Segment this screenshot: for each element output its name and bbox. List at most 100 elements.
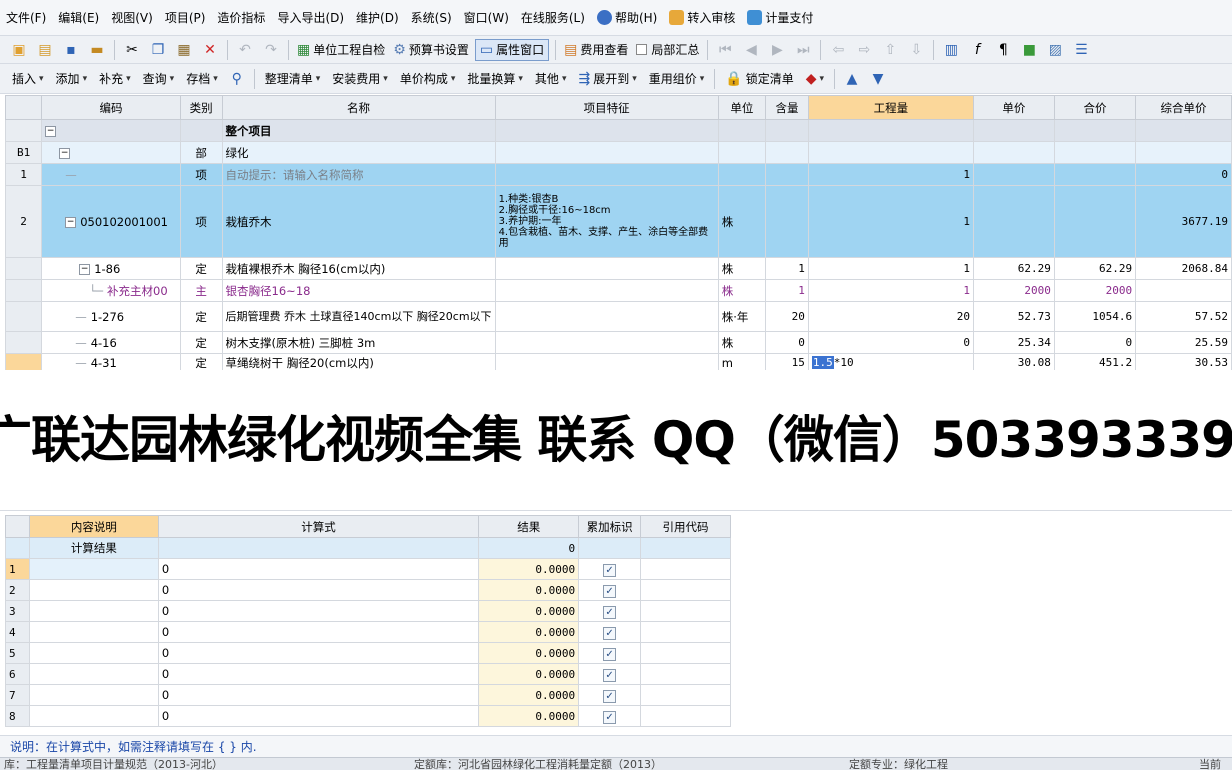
first-icon[interactable]: ⏮ (714, 39, 736, 61)
checkbox-checked-icon[interactable]: ✓ (603, 647, 617, 661)
qty-edit-input[interactable]: 1.5*10 (807, 353, 974, 370)
qty-cell[interactable]: 1 (807, 185, 974, 258)
calc-ref-cell[interactable] (640, 558, 731, 580)
price-composition-button[interactable]: 单价构成 (396, 68, 460, 90)
menu-edit[interactable]: 编辑(E) (52, 9, 105, 26)
unit-cell[interactable] (717, 163, 767, 186)
calc-desc-cell[interactable] (28, 663, 159, 685)
total-cell[interactable]: 451.2 (1053, 353, 1137, 370)
unit-cell[interactable]: 株 (717, 185, 767, 258)
price-cell[interactable] (972, 185, 1055, 258)
next-icon[interactable]: ▶ (766, 39, 788, 61)
price-cell[interactable]: 25.34 (972, 331, 1055, 354)
calc-col-ref[interactable]: 引用代码 (640, 515, 731, 538)
type-cell[interactable]: 定 (179, 301, 223, 332)
paragraph-icon[interactable]: ¶ (992, 39, 1014, 61)
checkbox-checked-icon[interactable]: ✓ (603, 605, 617, 619)
unit-cell[interactable]: 株 (717, 257, 767, 280)
copy-icon[interactable]: ❐ (147, 39, 169, 61)
calc-accum-cell[interactable]: ✓ (578, 663, 642, 685)
type-cell[interactable]: 定 (179, 353, 223, 370)
content-cell[interactable]: 1 (765, 279, 809, 302)
code-cell[interactable]: — (41, 163, 181, 186)
move-left-icon[interactable]: ⇦ (827, 39, 849, 61)
folder-icon[interactable]: ▬ (86, 39, 108, 61)
total-cell[interactable]: 1054.6 (1053, 301, 1137, 332)
calc-col-accum[interactable]: 累加标识 (578, 515, 642, 538)
feature-cell[interactable] (494, 119, 719, 142)
table-row[interactable]: −1-86 定 栽植裸根乔木 胸径16(cm以内) 株 1 1 62.29 62… (5, 257, 1232, 280)
calc-desc-cell[interactable] (28, 621, 159, 643)
calc-ref-cell[interactable] (640, 642, 731, 664)
image-icon[interactable]: ▨ (1044, 39, 1066, 61)
calc-row[interactable]: 7 0 0.0000 ✓ (5, 684, 731, 706)
comp-cell[interactable] (1135, 279, 1232, 302)
calc-accum-cell[interactable]: ✓ (578, 705, 642, 727)
arrow-down-icon[interactable]: ▼ (867, 68, 889, 90)
menu-window[interactable]: 窗口(W) (458, 9, 515, 26)
calc-row[interactable]: 2 0 0.0000 ✓ (5, 579, 731, 601)
paste-icon[interactable]: ▦ (173, 39, 195, 61)
feature-cell[interactable] (494, 331, 719, 354)
calc-accum-cell[interactable]: ✓ (578, 600, 642, 622)
move-down-icon[interactable]: ⇩ (905, 39, 927, 61)
collapse-icon[interactable]: − (79, 263, 91, 275)
col-content[interactable]: 含量 (765, 95, 809, 120)
supplement-button[interactable]: 补充 (95, 68, 135, 90)
calc-expr-cell[interactable]: 0 (157, 600, 480, 622)
price-cell[interactable] (972, 163, 1055, 186)
comp-cell[interactable] (1135, 141, 1232, 164)
feature-cell[interactable] (494, 141, 719, 164)
partial-summary-checkbox[interactable]: 局部汇总 (634, 39, 701, 61)
unit-cell[interactable]: 株 (717, 279, 767, 302)
menu-view[interactable]: 视图(V) (105, 9, 159, 26)
calc-desc-cell[interactable] (28, 600, 159, 622)
row-header[interactable] (5, 353, 43, 370)
calc-expr-cell[interactable]: 0 (157, 579, 480, 601)
comp-cell[interactable]: 25.59 (1135, 331, 1232, 354)
checkbox-checked-icon[interactable]: ✓ (603, 689, 617, 703)
comp-cell[interactable]: 57.52 (1135, 301, 1232, 332)
content-cell[interactable]: 0 (765, 331, 809, 354)
collapse-icon[interactable]: − (65, 216, 77, 228)
batch-convert-button[interactable]: 批量换算 (463, 68, 527, 90)
unit-cell[interactable] (717, 141, 767, 164)
calc-expr-cell[interactable]: 0 (157, 642, 480, 664)
price-cell[interactable]: 2000 (972, 279, 1055, 302)
content-cell[interactable] (765, 185, 809, 258)
type-cell[interactable]: 部 (179, 141, 223, 164)
calc-accum-cell[interactable]: ✓ (578, 558, 642, 580)
move-right-icon[interactable]: ⇨ (853, 39, 875, 61)
calc-ref-cell[interactable] (640, 684, 731, 706)
type-cell[interactable]: 定 (179, 257, 223, 280)
calc-ref-cell[interactable] (640, 600, 731, 622)
price-cell[interactable]: 62.29 (972, 257, 1055, 280)
calc-desc-cell[interactable] (28, 558, 159, 580)
calc-accum-cell[interactable]: ✓ (578, 579, 642, 601)
total-cell[interactable] (1053, 141, 1137, 164)
property-window-button[interactable]: ▭ 属性窗口 (474, 38, 550, 61)
col-code[interactable]: 编码 (41, 95, 181, 120)
content-cell[interactable]: 1 (765, 257, 809, 280)
type-cell[interactable] (179, 119, 223, 142)
checkbox-checked-icon[interactable]: ✓ (603, 584, 617, 598)
comp-cell[interactable]: 0 (1135, 163, 1232, 186)
cut-icon[interactable]: ✂ (121, 39, 143, 61)
other-button[interactable]: 其他 (531, 68, 571, 90)
name-cell[interactable]: 草绳绕树干 胸径20(cm以内) (221, 353, 496, 370)
collapse-icon[interactable]: − (45, 125, 57, 137)
qty-cell[interactable] (807, 119, 974, 142)
content-cell[interactable] (765, 119, 809, 142)
calc-ref-cell[interactable] (640, 579, 731, 601)
self-check-button[interactable]: ▦ 单位工程自检 (295, 39, 387, 61)
calculator-icon[interactable]: ▥ (940, 39, 962, 61)
prev-icon[interactable]: ◀ (740, 39, 762, 61)
checkbox-checked-icon[interactable]: ✓ (603, 626, 617, 640)
calc-row[interactable]: 4 0 0.0000 ✓ (5, 621, 731, 643)
last-icon[interactable]: ⏭ (792, 39, 814, 61)
calc-col-result[interactable]: 结果 (478, 515, 580, 538)
price-cell[interactable] (972, 141, 1055, 164)
checkbox-checked-icon[interactable]: ✓ (603, 668, 617, 682)
code-cell[interactable]: −1-86 (41, 257, 181, 280)
total-cell[interactable] (1053, 185, 1137, 258)
